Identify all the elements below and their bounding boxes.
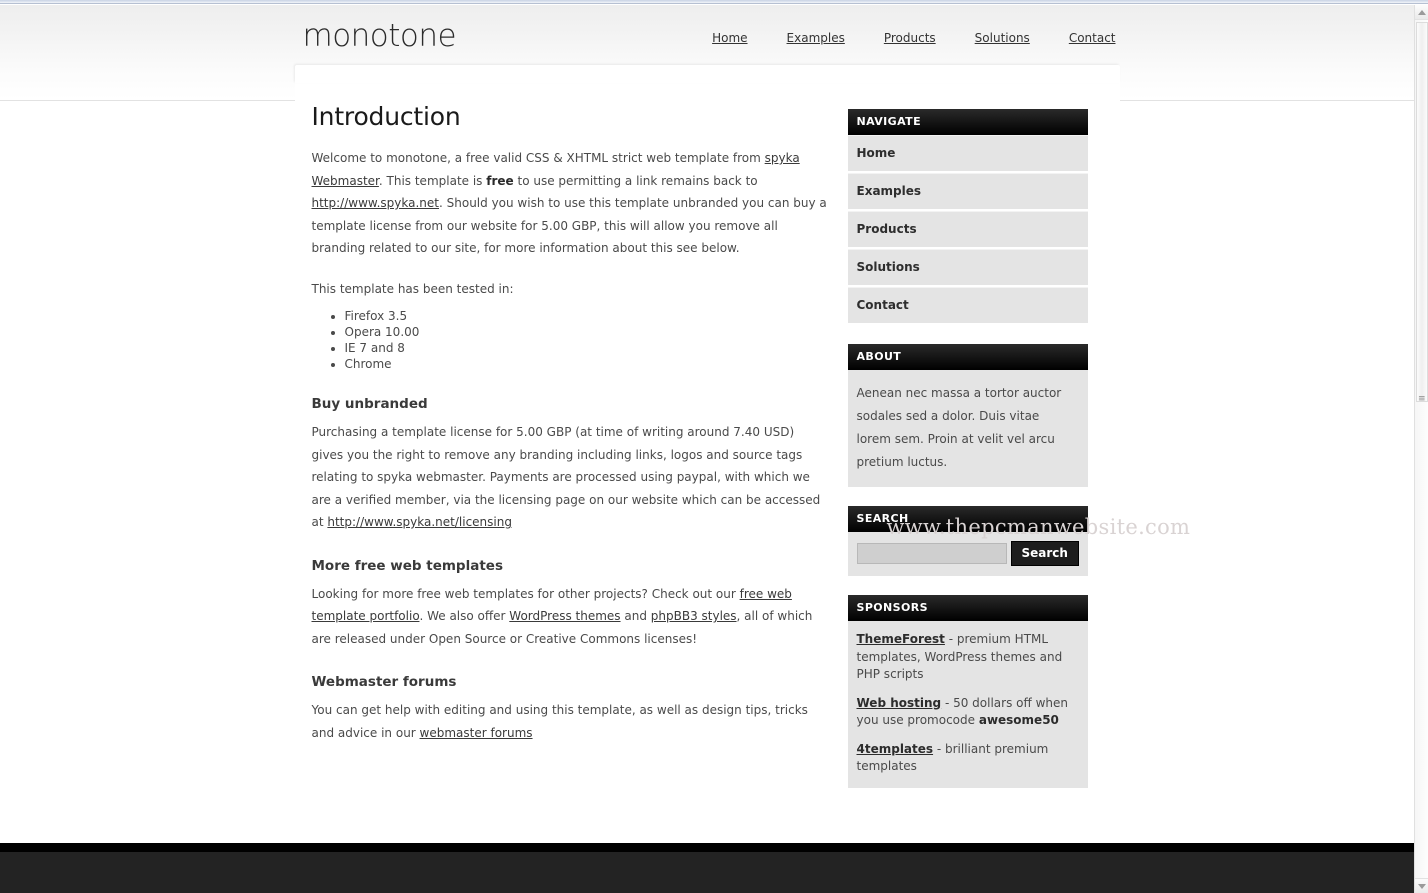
browser-top-chrome-strip xyxy=(0,0,1428,4)
link-licensing[interactable]: http://www.spyka.net/licensing xyxy=(327,515,512,529)
list-item: Chrome xyxy=(345,356,830,372)
sidebar-item-products[interactable]: Products xyxy=(847,211,1088,247)
heading-buy-unbranded: Buy unbranded xyxy=(311,396,428,412)
forums-text: You can get help with editing and using … xyxy=(311,703,808,740)
footer-inner: sitename Home|Examples|Products|Solution… xyxy=(295,852,1120,893)
sidebar-heading-search: SEARCH xyxy=(847,506,1088,532)
sidebar-heading-sponsors: SPONSORS xyxy=(847,595,1088,621)
primary-navigation: Home Examples Products Solutions Contact xyxy=(712,31,1115,45)
link-webmaster-forums[interactable]: webmaster forums xyxy=(420,726,533,740)
site-footer: sitename Home|Examples|Products|Solution… xyxy=(0,851,1414,893)
list-item: 4templates - brilliant premium templates xyxy=(857,741,1078,776)
chevron-down-icon xyxy=(1418,883,1426,889)
sidebar-item-contact[interactable]: Contact xyxy=(847,287,1088,323)
intro-text-3: to use permitting a link remains back to xyxy=(513,173,758,188)
topnav-item-solutions[interactable]: Solutions xyxy=(975,31,1030,45)
scroll-down-button[interactable] xyxy=(1415,878,1428,893)
heading-more-templates: More free web templates xyxy=(311,557,503,574)
sidebar-navigation-list: Home Examples Products Solutions Contact xyxy=(847,135,1088,325)
page-content-panel: www.thepcmanwebsite.com Introduction Wel… xyxy=(294,65,1190,807)
list-item: Web hosting - 50 dollars off when you us… xyxy=(857,695,1078,730)
forums-paragraph: You can get help with editing and using … xyxy=(312,699,830,744)
page-title: Introduction xyxy=(311,102,461,131)
topnav-item-contact[interactable]: Contact xyxy=(1069,31,1116,45)
list-item: Opera 10.00 xyxy=(345,324,830,340)
site-logo: monotone xyxy=(302,18,457,54)
sidebar-heading-navigate: NAVIGATE xyxy=(847,109,1088,135)
list-item: Examples xyxy=(847,173,1088,211)
sponsor-link-webhosting[interactable]: Web hosting xyxy=(857,696,942,710)
scrollbar-thumb[interactable] xyxy=(1416,22,1428,402)
intro-text-2: . This template is xyxy=(378,173,487,188)
more-text-1: Looking for more free web templates for … xyxy=(311,586,740,601)
main-content: Introduction Welcome to monotone, a free… xyxy=(295,97,848,807)
topnav-item-products[interactable]: Products xyxy=(884,31,936,45)
scroll-up-button[interactable] xyxy=(1415,5,1428,20)
topnav-item-home[interactable]: Home xyxy=(712,31,747,45)
sidebar-box-sponsors: SPONSORS ThemeForest - premium HTML temp… xyxy=(847,595,1088,788)
list-item: Contact xyxy=(847,287,1088,325)
sponsor-link-4templates[interactable]: 4templates xyxy=(857,742,934,756)
scrollbar-grip-icon: ≡ xyxy=(1418,394,1426,404)
search-input[interactable] xyxy=(856,543,1007,564)
buy-paragraph: Purchasing a template license for 5.00 G… xyxy=(312,421,830,534)
topnav-item-examples[interactable]: Examples xyxy=(787,31,845,45)
sidebar-box-about: ABOUT Aenean nec massa a tortor auctor s… xyxy=(847,344,1088,487)
footer-top-divider xyxy=(0,842,1414,852)
search-button[interactable]: Search xyxy=(1010,541,1079,566)
link-wordpress-themes[interactable]: WordPress themes xyxy=(509,609,620,623)
link-spyka-net[interactable]: http://www.spyka.net xyxy=(312,196,440,210)
intro-text-1: Welcome to monotone, a free valid CSS & … xyxy=(311,151,765,165)
page-viewport: monotone Home Examples Products Solution… xyxy=(0,5,1414,893)
buy-text: Purchasing a template license for 5.00 G… xyxy=(311,425,821,529)
more-paragraph: Looking for more free web templates for … xyxy=(312,583,830,651)
sidebar-box-search: SEARCH Search xyxy=(847,506,1088,576)
search-form: Search xyxy=(847,532,1088,576)
sponsor-link-themeforest[interactable]: ThemeForest xyxy=(857,632,945,646)
content-columns: Introduction Welcome to monotone, a free… xyxy=(295,83,1120,807)
browser-list: Firefox 3.5 Opera 10.00 IE 7 and 8 Chrom… xyxy=(312,308,830,372)
list-item: Products xyxy=(847,211,1088,249)
intro-paragraph: Welcome to monotone, a free valid CSS & … xyxy=(312,147,830,260)
more-text-3: and xyxy=(620,609,651,623)
panel-top-edge xyxy=(294,65,1120,83)
sidebar-item-examples[interactable]: Examples xyxy=(847,173,1088,209)
link-phpbb3-styles[interactable]: phpBB3 styles xyxy=(651,609,737,623)
sidebar-item-solutions[interactable]: Solutions xyxy=(847,249,1088,285)
intro-bold-free: free xyxy=(486,173,514,188)
chevron-up-icon xyxy=(1418,9,1426,15)
list-item: ThemeForest - premium HTML templates, Wo… xyxy=(857,631,1078,684)
list-item: Home xyxy=(847,135,1088,173)
more-text-2: . We also offer xyxy=(419,609,510,623)
tested-intro-paragraph: This template has been tested in: xyxy=(311,281,514,296)
list-item: Solutions xyxy=(847,249,1088,287)
sponsor-promocode: awesome50 xyxy=(978,713,1059,727)
heading-webmaster-forums: Webmaster forums xyxy=(311,674,457,690)
sponsors-list: ThemeForest - premium HTML templates, Wo… xyxy=(847,621,1088,788)
vertical-scrollbar[interactable]: ≡ xyxy=(1414,5,1428,893)
sidebar-heading-about: ABOUT xyxy=(847,344,1088,370)
sidebar: NAVIGATE Home Examples Products Solution… xyxy=(847,97,1088,807)
sidebar-box-navigate: NAVIGATE Home Examples Products Solution… xyxy=(847,109,1088,325)
list-item: Firefox 3.5 xyxy=(345,308,830,324)
sidebar-about-text: Aenean nec massa a tortor auctor sodales… xyxy=(847,370,1088,487)
sidebar-item-home[interactable]: Home xyxy=(847,135,1088,171)
list-item: IE 7 and 8 xyxy=(345,340,830,356)
